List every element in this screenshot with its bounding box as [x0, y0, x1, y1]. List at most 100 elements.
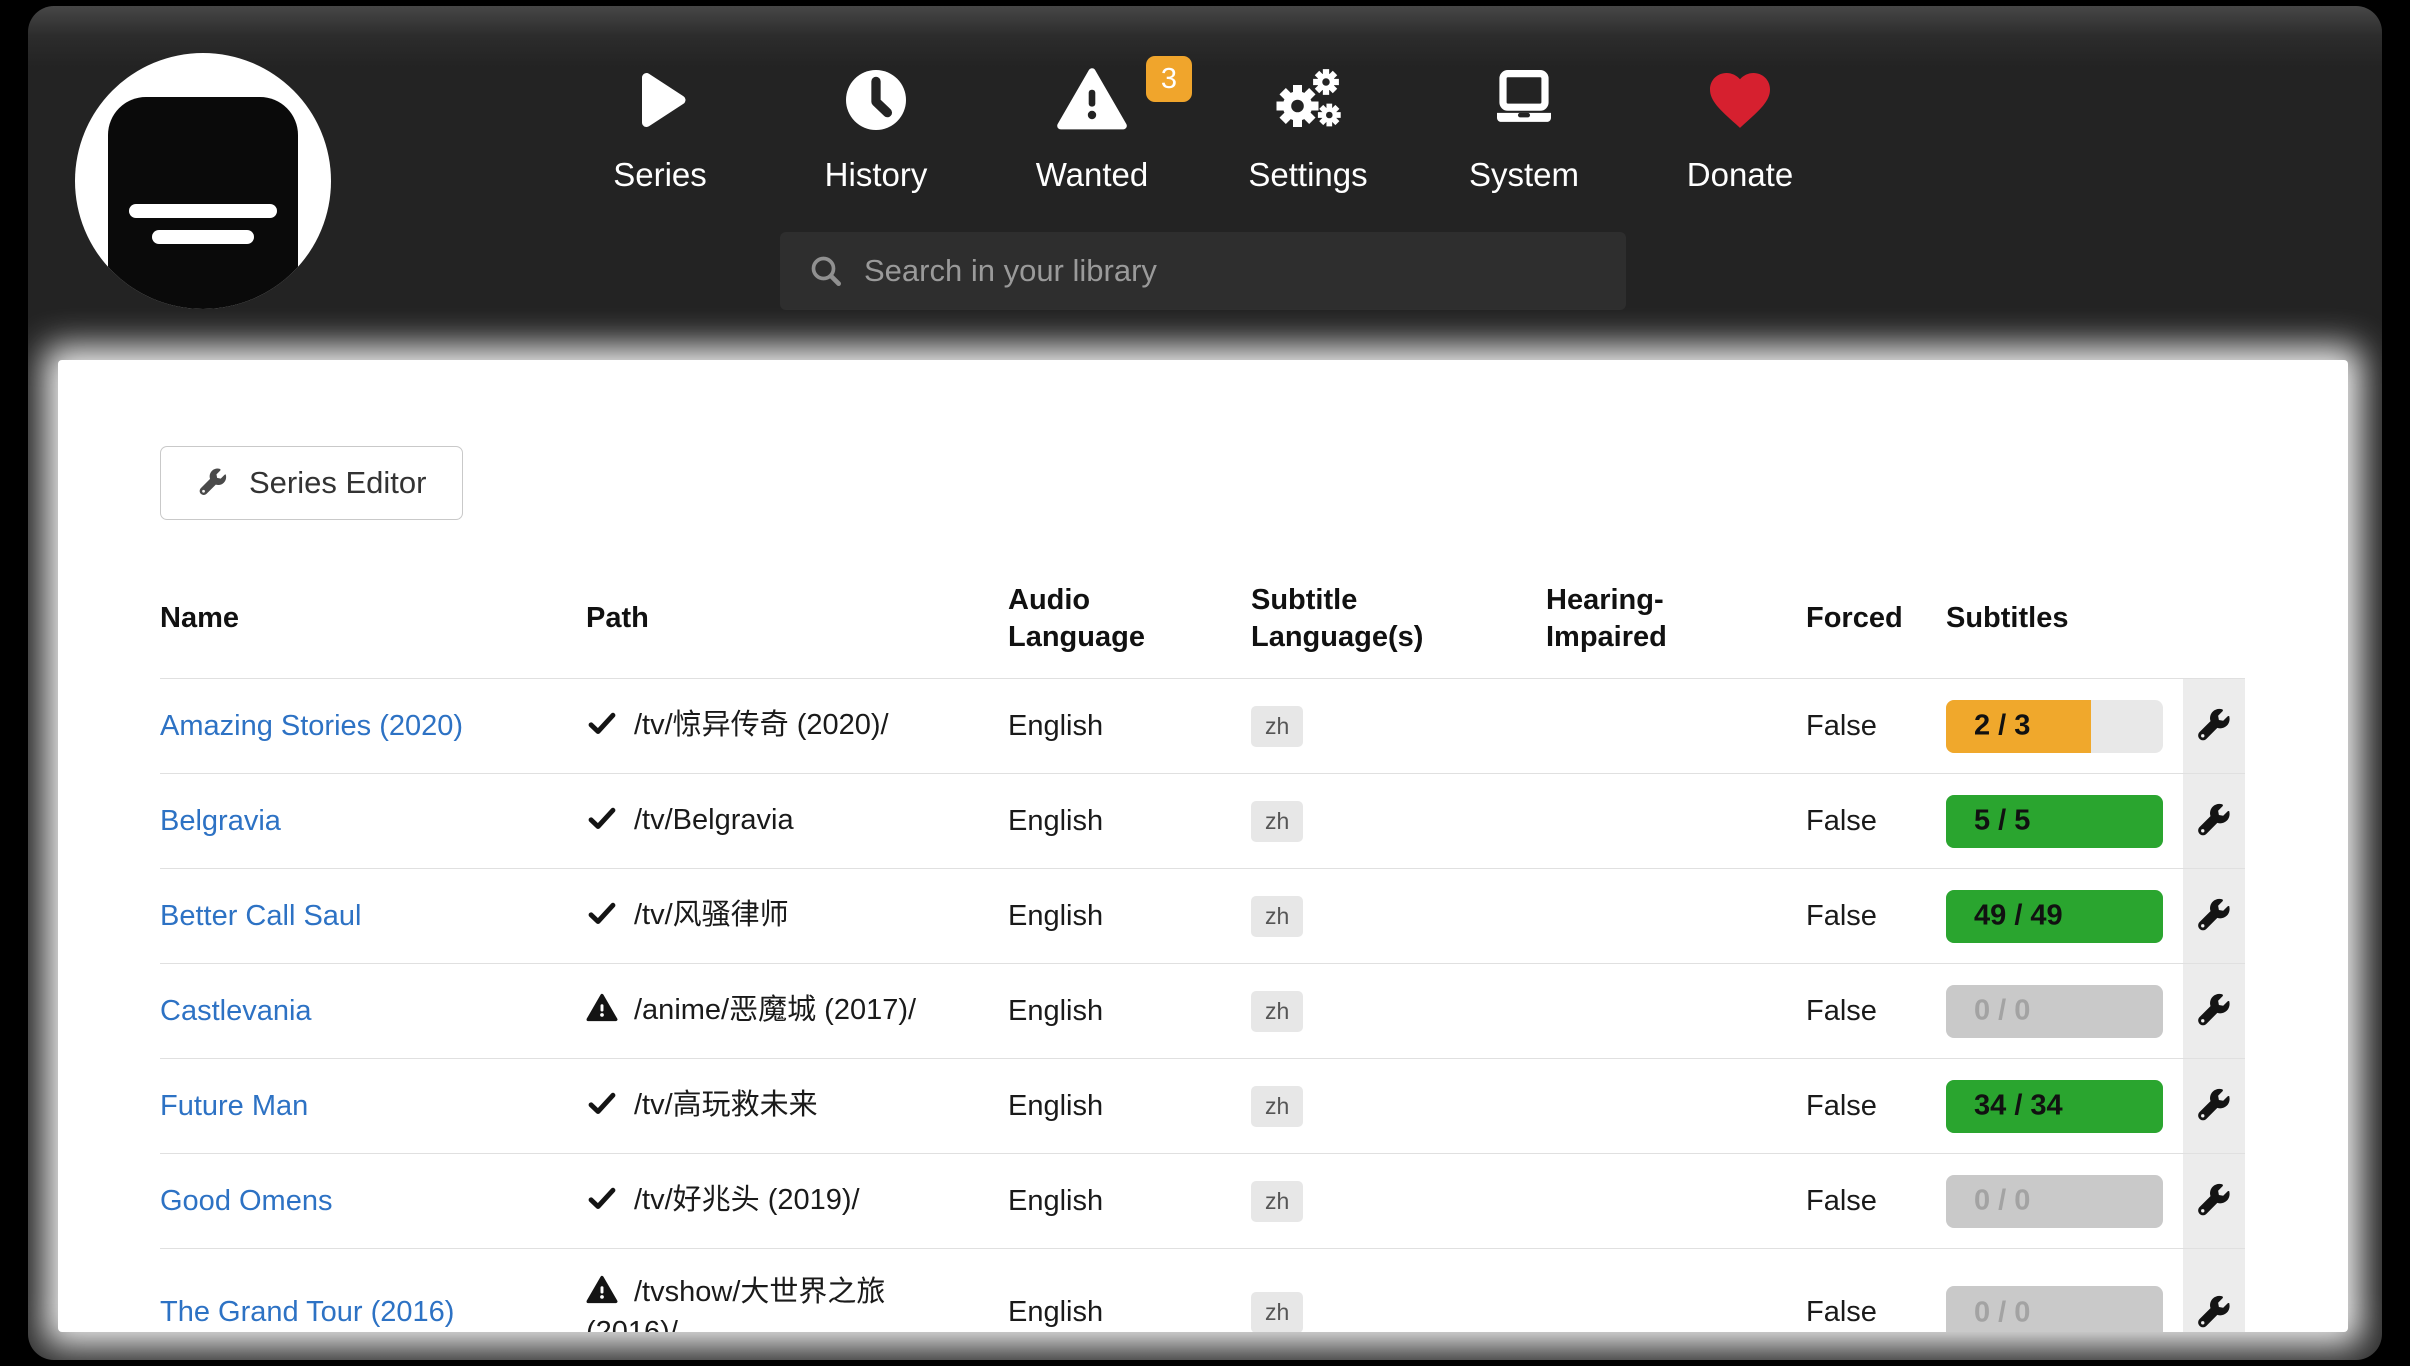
forced-value: False [1806, 1185, 1946, 1218]
subtitle-language-badge: zh [1251, 801, 1303, 842]
wrench-icon [2195, 992, 2233, 1030]
col-header-subtitle-languages: Subtitle Language(s) [1251, 582, 1546, 656]
edit-series-button[interactable] [2195, 802, 2233, 840]
laptop-icon [1488, 64, 1560, 136]
wrench-icon [197, 467, 229, 499]
check-icon [586, 802, 618, 834]
nav-item-system[interactable]: System [1416, 46, 1632, 194]
series-path: /tv/Belgravia [586, 801, 1008, 840]
nav-item-series[interactable]: Series [552, 46, 768, 194]
search-input[interactable] [864, 253, 1600, 289]
subtitles-progress: 0 / 0 [1946, 1175, 2163, 1228]
table-header-row: Name Path Audio Language Subtitle Langua… [160, 560, 2245, 678]
subtitles-progress-label: 34 / 34 [1974, 1090, 2063, 1123]
series-name-link[interactable]: Belgravia [160, 805, 281, 837]
series-editor-label: Series Editor [249, 465, 426, 501]
series-name-link[interactable]: Good Omens [160, 1185, 332, 1217]
search-icon [806, 251, 846, 291]
audio-language: English [1008, 710, 1251, 743]
subtitle-languages: zh [1251, 991, 1546, 1032]
table-row: The Grand Tour (2016) /tvshow/大世界之旅 (201… [160, 1248, 2245, 1332]
nav-item-label: Settings [1248, 156, 1367, 194]
subtitle-languages: zh [1251, 896, 1546, 937]
nav-item-history[interactable]: History [768, 46, 984, 194]
col-header-forced: Forced [1806, 600, 1946, 637]
actions-cell [2183, 964, 2245, 1058]
series-name-link[interactable]: Amazing Stories (2020) [160, 710, 463, 742]
wrench-icon [2195, 707, 2233, 745]
subtitle-line [152, 230, 254, 244]
subtitles-progress: 0 / 0 [1946, 1286, 2163, 1332]
forced-value: False [1806, 1296, 1946, 1329]
nav-item-wanted[interactable]: Wanted 3 [984, 46, 1200, 194]
edit-series-button[interactable] [2195, 992, 2233, 1030]
wrench-icon [2195, 897, 2233, 935]
edit-series-button[interactable] [2195, 897, 2233, 935]
bazarr-logo[interactable] [75, 53, 331, 309]
series-path: /tv/风骚律师 [586, 896, 1008, 935]
series-name-link[interactable]: Castlevania [160, 995, 312, 1027]
col-header-audio-language: Audio Language [1008, 582, 1251, 656]
clock-icon [840, 64, 912, 136]
edit-series-button[interactable] [2195, 1182, 2233, 1220]
audio-language: English [1008, 1185, 1251, 1218]
subtitle-languages: zh [1251, 801, 1546, 842]
subtitle-language-badge: zh [1251, 991, 1303, 1032]
subtitles-progress-label: 2 / 3 [1974, 710, 2030, 743]
actions-cell [2183, 679, 2245, 773]
table-row: Amazing Stories (2020) /tv/惊异传奇 (2020)/ … [160, 678, 2245, 773]
subtitle-languages: zh [1251, 1086, 1546, 1127]
check-icon [586, 707, 618, 739]
nav-item-donate[interactable]: Donate [1632, 46, 1848, 194]
edit-series-button[interactable] [2195, 707, 2233, 745]
series-name-link[interactable]: The Grand Tour (2016) [160, 1296, 454, 1328]
subtitle-line [129, 204, 277, 218]
table-row: Belgravia /tv/Belgravia English zh False… [160, 773, 2245, 868]
series-path: /tv/惊异传奇 (2020)/ [586, 706, 1008, 745]
forced-value: False [1806, 710, 1946, 743]
warning-icon [586, 1274, 618, 1306]
forced-value: False [1806, 805, 1946, 838]
audio-language: English [1008, 1090, 1251, 1123]
actions-cell [2183, 1249, 2245, 1332]
heart-icon [1704, 64, 1776, 136]
nav-item-settings[interactable]: Settings [1200, 46, 1416, 194]
wrench-icon [2195, 1087, 2233, 1125]
subtitle-languages: zh [1251, 706, 1546, 747]
subtitle-language-badge: zh [1251, 1181, 1303, 1222]
subtitles-progress: 34 / 34 [1946, 1080, 2163, 1133]
nav-item-label: Series [613, 156, 707, 194]
subtitle-language-badge: zh [1251, 706, 1303, 747]
col-header-name: Name [160, 600, 586, 637]
forced-value: False [1806, 1090, 1946, 1123]
series-path: /anime/恶魔城 (2017)/ [586, 991, 1008, 1030]
nav-item-label: Wanted [1036, 156, 1149, 194]
actions-cell [2183, 1154, 2245, 1248]
series-path: /tv/高玩救未来 [586, 1086, 1008, 1125]
search-bar [780, 232, 1626, 310]
check-icon [586, 1182, 618, 1214]
nav-item-label: System [1469, 156, 1579, 194]
subtitles-progress: 0 / 0 [1946, 985, 2163, 1038]
edit-series-button[interactable] [2195, 1294, 2233, 1332]
series-name-link[interactable]: Future Man [160, 1090, 308, 1122]
audio-language: English [1008, 900, 1251, 933]
content-panel: Series Editor Name Path Audio Language S… [58, 360, 2348, 1332]
subtitle-languages: zh [1251, 1292, 1546, 1332]
series-editor-button[interactable]: Series Editor [160, 446, 463, 520]
col-header-path: Path [586, 600, 1008, 637]
subtitles-progress: 5 / 5 [1946, 795, 2163, 848]
actions-cell [2183, 869, 2245, 963]
table-body: Amazing Stories (2020) /tv/惊异传奇 (2020)/ … [160, 678, 2245, 1332]
subtitle-language-badge: zh [1251, 1292, 1303, 1332]
series-name-link[interactable]: Better Call Saul [160, 900, 362, 932]
actions-cell [2183, 774, 2245, 868]
subtitles-progress-label: 0 / 0 [1974, 995, 2030, 1028]
check-icon [586, 1087, 618, 1119]
col-header-subtitles: Subtitles [1946, 600, 2183, 637]
edit-series-button[interactable] [2195, 1087, 2233, 1125]
wrench-icon [2195, 1294, 2233, 1332]
nav-item-label: History [825, 156, 928, 194]
subtitles-progress: 49 / 49 [1946, 890, 2163, 943]
wanted-count-badge: 3 [1146, 56, 1192, 102]
